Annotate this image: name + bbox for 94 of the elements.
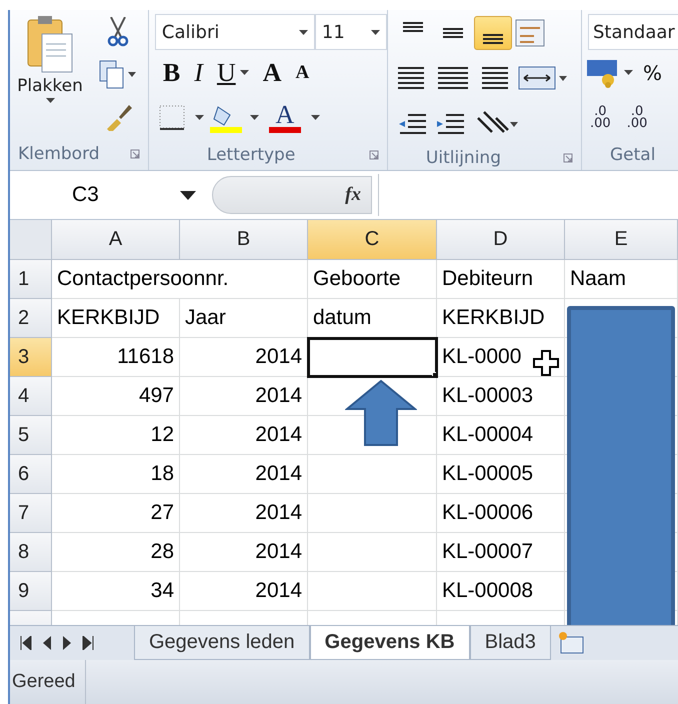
- align-lines-icon[interactable]: [438, 66, 468, 90]
- row-header[interactable]: 8: [10, 533, 52, 572]
- table-cell: 2014: [180, 338, 308, 377]
- grow-font-button[interactable]: A: [258, 56, 286, 90]
- row-header[interactable]: 5: [10, 416, 52, 455]
- align-button[interactable]: [474, 16, 512, 50]
- caret-icon[interactable]: [194, 115, 204, 120]
- align-icon: [482, 34, 503, 44]
- function-button[interactable]: fx: [345, 184, 361, 206]
- cursor-icon: [533, 350, 559, 376]
- clipboard-icon: [26, 14, 74, 74]
- group-label: Lettertype: [206, 145, 296, 165]
- underline-button[interactable]: U: [212, 56, 253, 90]
- column-header[interactable]: B: [180, 220, 308, 260]
- sheet-tab[interactable]: Gegevens KB: [310, 626, 470, 660]
- caret-icon[interactable]: [240, 70, 249, 75]
- caret-icon[interactable]: [310, 115, 320, 120]
- up-arrow: [345, 379, 417, 447]
- font-name-field[interactable]: Calibri: [154, 14, 315, 50]
- decimal-button[interactable]: .0 .00: [586, 106, 615, 130]
- launcher-icon[interactable]: [563, 152, 573, 162]
- column-header[interactable]: D: [437, 220, 565, 260]
- caret-icon[interactable]: [250, 115, 259, 120]
- table-cell: 2014: [180, 572, 308, 611]
- table-cell: 11618: [52, 338, 180, 377]
- table-cell: KERKBIJD: [437, 299, 565, 338]
- font-size-field[interactable]: 11: [314, 14, 387, 50]
- column-header[interactable]: A: [52, 220, 180, 260]
- table-cell: Geboorte: [308, 260, 437, 299]
- group-label: Uitlijning: [426, 148, 501, 168]
- group-label: Getal: [610, 145, 656, 165]
- merge-icon[interactable]: [518, 64, 568, 90]
- font-color-button[interactable]: A: [264, 100, 305, 134]
- currency-icon[interactable]: [586, 58, 620, 88]
- active-cell[interactable]: [308, 338, 437, 377]
- table-cell: Jaar: [180, 299, 308, 338]
- sheet-tab[interactable]: Blad3: [470, 626, 551, 660]
- copy-icon[interactable]: [99, 60, 137, 90]
- italic-button[interactable]: I: [190, 56, 207, 90]
- table-cell: KL-00008: [437, 572, 565, 611]
- caret-icon[interactable]: [624, 70, 633, 75]
- first-sheet-icon[interactable]: [20, 636, 32, 650]
- decimal-button[interactable]: .0 .00: [622, 106, 652, 130]
- launcher-icon[interactable]: [368, 150, 379, 160]
- column-header[interactable]: E: [565, 220, 678, 260]
- sheet-tab[interactable]: Gegevens leden: [134, 626, 310, 660]
- caret-icon[interactable]: [370, 30, 380, 34]
- align-icon: [442, 28, 463, 38]
- table-cell: 27: [52, 494, 180, 533]
- row-header[interactable]: 2: [10, 299, 52, 338]
- table-cell: 2014: [180, 494, 308, 533]
- table-cell: KL-00006: [437, 494, 565, 533]
- table-cell: 12: [52, 416, 180, 455]
- new-sheet-icon[interactable]: [556, 631, 585, 655]
- row-header[interactable]: 3: [10, 338, 52, 377]
- row-header[interactable]: 9: [10, 572, 52, 611]
- table-cell: 18: [52, 455, 180, 494]
- row-header[interactable]: 6: [10, 455, 52, 494]
- table-cell: Contactpersoonnr.: [52, 260, 308, 299]
- next-sheet-icon[interactable]: [62, 636, 72, 650]
- color-bar: [268, 126, 301, 132]
- table-cell: 2014: [180, 455, 308, 494]
- table-cell: Naam: [565, 260, 678, 299]
- table-cell: KL-00004: [437, 416, 565, 455]
- table-cell: 2014: [180, 377, 308, 416]
- row-header[interactable]: 1: [10, 260, 52, 299]
- scissors-icon[interactable]: [107, 16, 129, 47]
- align-icon: [402, 22, 423, 32]
- percent-button[interactable]: %: [637, 60, 662, 84]
- table-cell: KL-00005: [437, 455, 565, 494]
- caret-icon[interactable]: [298, 30, 308, 34]
- table-cell: 28: [52, 533, 180, 572]
- number-format-field[interactable]: Standaar: [588, 14, 678, 50]
- shrink-font-button[interactable]: A: [292, 60, 314, 86]
- table-cell: KL-00007: [437, 533, 565, 572]
- table-cell: 34: [52, 572, 180, 611]
- table-cell: 2014: [180, 416, 308, 455]
- bold-button[interactable]: B: [158, 56, 184, 90]
- paste-button[interactable]: Plakken: [10, 10, 90, 138]
- status-text: Gereed: [10, 660, 86, 704]
- table-cell: KERKBIJD: [52, 299, 180, 338]
- caret-icon[interactable]: [46, 98, 54, 103]
- row-header[interactable]: 4: [10, 377, 52, 416]
- last-sheet-icon[interactable]: [82, 636, 94, 650]
- previous-sheet-icon[interactable]: [42, 636, 52, 650]
- group-label: Klembord: [18, 144, 100, 164]
- table-cell: 2014: [180, 533, 308, 572]
- table-cell: KL-00003: [437, 377, 565, 416]
- row-header[interactable]: 7: [10, 494, 52, 533]
- table-cell: datum: [308, 299, 437, 338]
- launcher-icon[interactable]: [130, 149, 140, 159]
- table-cell: 497: [52, 377, 180, 416]
- column-header[interactable]: C: [308, 220, 437, 260]
- table-cell: Debiteurn: [437, 260, 565, 299]
